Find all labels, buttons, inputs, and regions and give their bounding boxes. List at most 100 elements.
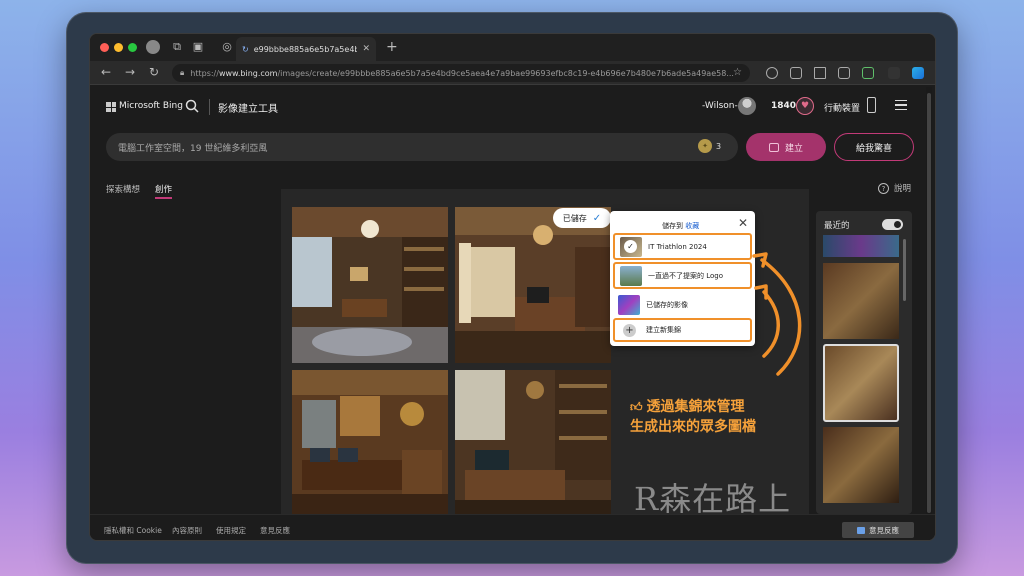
tab-actions-icon[interactable]: ▣ (191, 40, 205, 54)
footer: 隱私權和 Cookie 內容原則 使用規定 意見反應 意見反應 (90, 514, 935, 540)
copilot-icon[interactable]: ◎ (220, 40, 234, 54)
create-button[interactable]: 建立 (746, 133, 826, 161)
save-to-collection-popup: 儲存到 收藏 ✕ ✓ IT Triathlon 2024 一直過不了提案的 Lo… (610, 211, 755, 346)
recent-label: 最近的 (824, 221, 850, 231)
recent-toggle[interactable] (882, 219, 903, 230)
saved-label: 已儲存 (562, 213, 587, 223)
recent-thumbnail[interactable] (823, 427, 899, 503)
active-tab-indicator (155, 197, 172, 199)
forward-icon[interactable]: → (122, 65, 138, 79)
collections-link[interactable]: 收藏 (685, 222, 699, 230)
microsoft-logo-icon[interactable] (106, 102, 116, 112)
collection-label: 已儲存的影像 (646, 300, 688, 309)
generated-image-3[interactable] (292, 370, 448, 526)
tab-favicon-icon: ↻ (242, 44, 249, 54)
favorite-star-icon[interactable]: ☆ (733, 67, 742, 78)
user-name[interactable]: -Wilson- (702, 101, 738, 111)
split-screen-icon[interactable] (790, 67, 802, 79)
brand-name[interactable]: Microsoft Bing (119, 101, 183, 111)
minimize-window-button[interactable] (114, 43, 123, 52)
collection-thumbnail: ✓ (620, 236, 642, 257)
page-title: 影像建立工具 (218, 104, 278, 115)
create-image-icon (768, 142, 779, 152)
generated-image-2[interactable] (455, 207, 611, 363)
rewards-icon[interactable]: ♥ (796, 97, 814, 115)
close-icon[interactable]: ✕ (738, 216, 748, 230)
footer-link-feedback[interactable]: 意見反應 (260, 525, 290, 536)
profile-avatar-icon[interactable] (146, 40, 160, 54)
help-icon: ? (878, 182, 889, 194)
extensions-icon[interactable] (766, 67, 778, 79)
tab-strip: ⧉ ▣ ◎ ↻ e99bbbe885a6e5b7a5e4bd9c ✕ + (90, 34, 935, 61)
footer-link-content-policy[interactable]: 內容原則 (172, 525, 202, 536)
generated-image-1[interactable] (292, 207, 448, 363)
plus-icon: + (623, 323, 636, 337)
tab-title: e99bbbe885a6e5b7a5e4bd9c (253, 44, 358, 54)
help-link[interactable]: ? 說明 (878, 182, 911, 194)
rewards-points[interactable]: 1840 (771, 101, 796, 111)
collection-item-saved-images[interactable]: 已儲存的影像 (613, 291, 752, 318)
collection-label: IT Triathlon 2024 (648, 242, 707, 251)
recent-scrollbar[interactable] (903, 239, 906, 301)
search-icon[interactable] (184, 98, 200, 114)
collection-thumbnail (618, 294, 640, 315)
feedback-label: 意見反應 (869, 525, 899, 535)
create-button-label: 建立 (784, 143, 803, 154)
footer-link-privacy[interactable]: 隱私權和 Cookie (104, 525, 162, 536)
browser-toolbar: ← → ↻ 🔒︎ https://www.bing.com/images/cre… (90, 61, 935, 85)
recent-thumbnail[interactable] (823, 235, 899, 257)
recent-panel: 最近的 (816, 211, 912, 514)
collection-item-it-triathlon[interactable]: ✓ IT Triathlon 2024 (613, 233, 752, 260)
surprise-me-button[interactable]: 給我驚喜 (834, 133, 914, 161)
url-text: https://www.bing.com/images/create/e99bb… (190, 68, 734, 78)
avatar[interactable] (738, 97, 756, 115)
header-divider (209, 99, 210, 115)
create-new-collection-button[interactable]: + 建立新集錦 (613, 318, 752, 342)
page-scrollbar[interactable] (926, 87, 932, 540)
address-bar[interactable]: 🔒︎ https://www.bing.com/images/create/e9… (172, 64, 750, 82)
lock-icon: 🔒︎ (180, 68, 185, 77)
prompt-text: 電腦工作室空間，19 世紀維多利亞風 (118, 144, 268, 154)
feedback-button[interactable]: 意見反應 (842, 522, 914, 538)
saved-status-badge[interactable]: 已儲存 ✓ (553, 208, 611, 228)
tab-create[interactable]: 創作 (155, 183, 172, 195)
close-window-button[interactable] (100, 43, 109, 52)
mobile-label[interactable]: 行動裝置 (824, 101, 860, 114)
recent-thumbnail[interactable] (823, 263, 899, 339)
reload-icon[interactable]: ↻ (146, 65, 162, 79)
boost-counter: ✦ 3 (698, 139, 721, 153)
thumbs-up-icon: 👍︎ (630, 400, 643, 414)
tab-close-icon[interactable]: ✕ (362, 44, 370, 54)
browser-window: ⧉ ▣ ◎ ↻ e99bbbe885a6e5b7a5e4bd9c ✕ + ← →… (89, 33, 936, 541)
collection-label: 一直過不了提案的 Logo (648, 271, 724, 280)
help-label: 說明 (894, 184, 912, 194)
generated-image-4[interactable] (455, 370, 611, 526)
annotation-arrows (752, 252, 802, 376)
collection-item-logo[interactable]: 一直過不了提案的 Logo (613, 262, 752, 289)
back-icon[interactable]: ← (98, 65, 114, 79)
hamburger-menu-icon[interactable] (895, 100, 907, 110)
check-icon: ✓ (592, 212, 602, 224)
popup-title: 儲存到 收藏 (662, 222, 700, 230)
boost-count: 3 (716, 141, 722, 151)
favorites-icon[interactable] (814, 67, 826, 79)
bing-header: Microsoft Bing 影像建立工具 -Wilson- 1840 ♥ 行動… (90, 85, 935, 129)
create-collection-label: 建立新集錦 (646, 326, 681, 334)
copilot-sidebar-icon[interactable] (912, 67, 924, 79)
vpn-icon[interactable] (862, 67, 874, 79)
phone-icon[interactable] (867, 97, 876, 113)
new-tab-icon[interactable]: + (386, 39, 398, 55)
prompt-input[interactable]: 電腦工作室空間，19 世紀維多利亞風 ✦ 3 (106, 133, 738, 161)
footer-link-terms[interactable]: 使用規定 (216, 525, 246, 536)
collection-thumbnail (620, 265, 642, 286)
tab-active[interactable]: ↻ e99bbbe885a6e5b7a5e4bd9c ✕ (236, 37, 376, 61)
recent-thumbnail-selected[interactable] (823, 344, 899, 422)
feedback-icon (857, 526, 865, 534)
maximize-window-button[interactable] (128, 43, 137, 52)
collections-icon[interactable] (838, 67, 850, 79)
more-icon[interactable] (888, 67, 900, 79)
tab-explore[interactable]: 探索構想 (106, 183, 140, 195)
boost-coin-icon: ✦ (698, 139, 712, 153)
annotation-text: 👍︎ 透過集錦來管理 生成出來的眾多圖檔 (630, 399, 756, 435)
workspaces-icon[interactable]: ⧉ (170, 40, 184, 54)
